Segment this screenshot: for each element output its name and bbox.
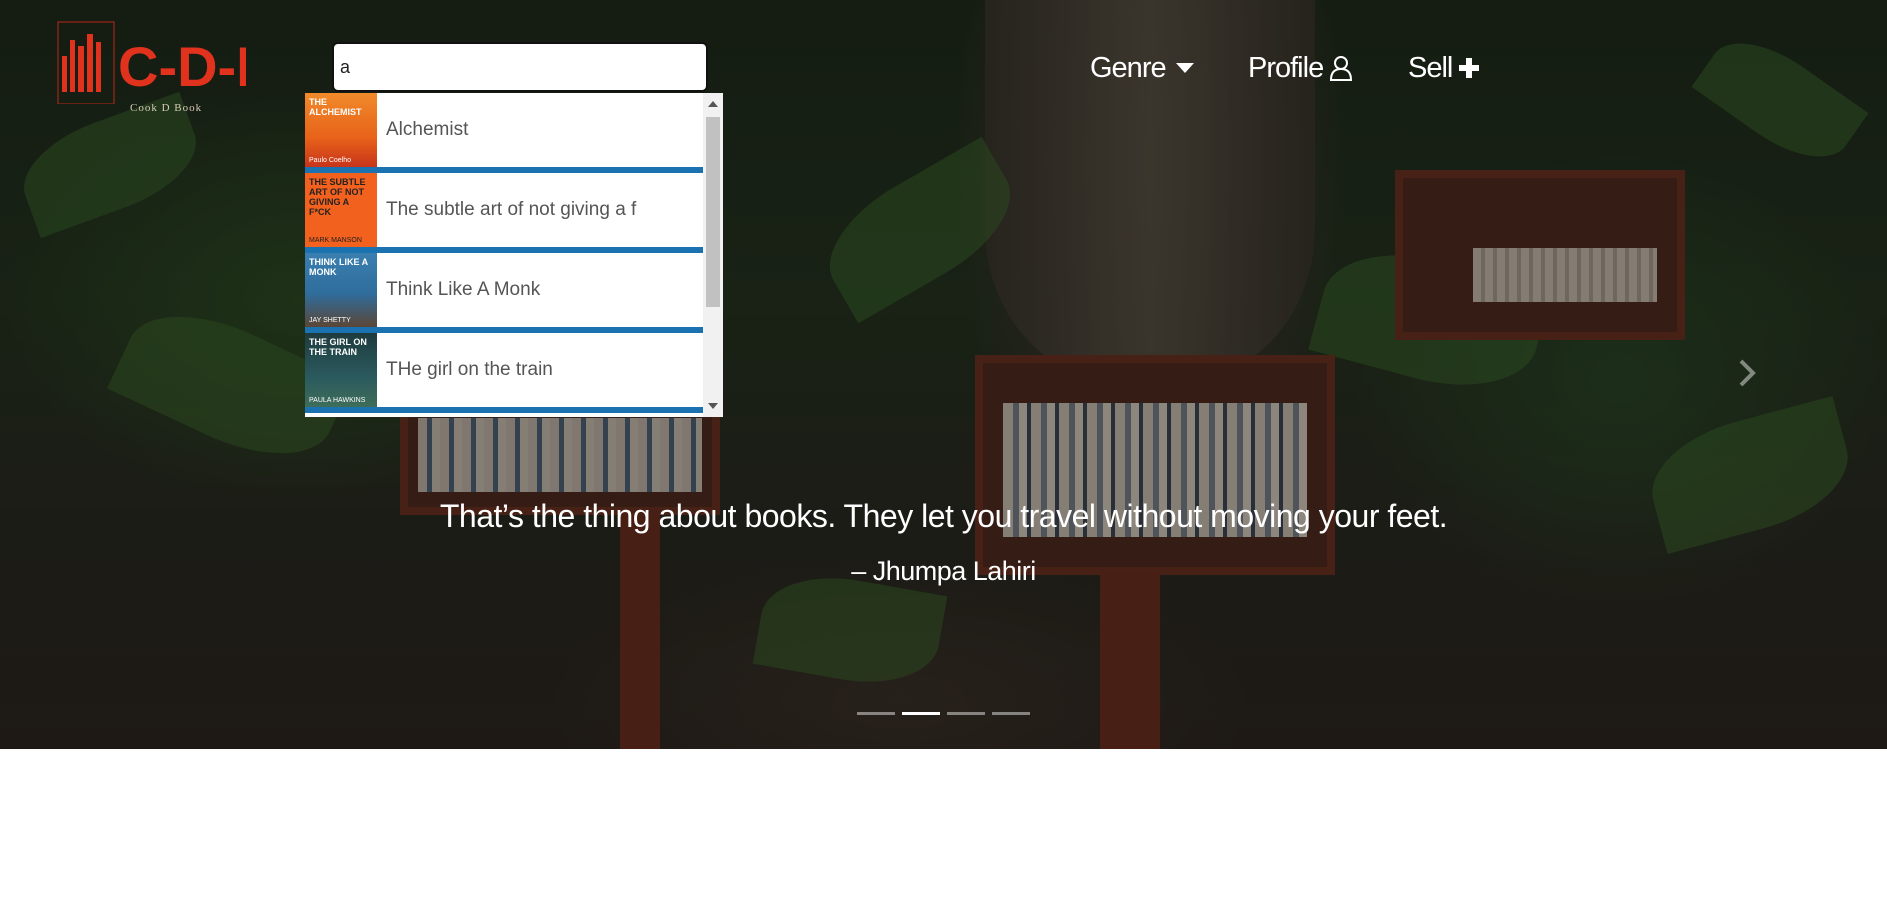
hero-carousel: C-D-B Cook D Book Genre Profile Sell Tha… — [0, 0, 1887, 749]
nav-genre-dropdown[interactable]: Genre — [1090, 48, 1194, 88]
search-input[interactable] — [332, 42, 708, 92]
carousel-indicator-3[interactable] — [947, 712, 985, 715]
dropdown-scrollbar[interactable] — [703, 93, 723, 417]
carousel-indicator-4[interactable] — [992, 712, 1030, 715]
suggestion-title: The subtle art of not giving a f — [386, 199, 637, 220]
user-icon — [1330, 56, 1353, 81]
cover-title: THINK LIKE A MONK — [309, 257, 368, 277]
nav-sell-label: Sell — [1408, 51, 1453, 84]
suggestion-list: THE ALCHEMIST Paulo Coelho Alchemist THE… — [305, 93, 703, 413]
logo-mark-icon: C-D-B — [57, 21, 246, 104]
logo-tagline: Cook D Book — [130, 102, 203, 114]
book-cover-image: THE ALCHEMIST Paulo Coelho — [305, 93, 377, 167]
suggestion-title: Think Like A Monk — [386, 279, 541, 300]
cover-author: Paulo Coelho — [309, 157, 352, 164]
carousel-indicators — [857, 712, 1030, 715]
nav-sell-link[interactable]: Sell — [1408, 48, 1480, 88]
carousel-indicator-1[interactable] — [857, 712, 895, 715]
caret-down-icon — [1175, 63, 1194, 73]
carousel-quote: That’s the thing about books. They let y… — [439, 498, 1448, 534]
cover-author: JAY SHETTY — [309, 317, 351, 324]
hero-overlay — [0, 0, 1887, 749]
book-cover-image: THE GIRL ON THE TRAIN PAULA HAWKINS — [305, 333, 377, 407]
suggestion-title: Alchemist — [386, 119, 469, 140]
suggestion-title: THe girl on the train — [386, 359, 553, 380]
logo-text: C-D-B — [118, 35, 246, 98]
nav-profile-label: Profile — [1248, 51, 1324, 84]
suggestion-item[interactable]: THE ALCHEMIST Paulo Coelho Alchemist — [305, 93, 703, 173]
cover-title: THE SUBTLE ART OF NOT GIVING A F*CK — [309, 177, 366, 217]
carousel-indicator-2[interactable] — [902, 712, 940, 715]
scroll-down-arrow-icon[interactable] — [708, 403, 718, 409]
suggestion-item[interactable]: THE SUBTLE ART OF NOT GIVING A F*CK MARK… — [305, 173, 703, 253]
carousel-author: – Jhumpa Lahiri — [851, 556, 1036, 586]
brand-logo[interactable]: C-D-B Cook D Book — [56, 20, 246, 118]
cover-title: THE GIRL ON THE TRAIN — [309, 337, 367, 357]
cover-title: THE ALCHEMIST — [309, 97, 362, 117]
suggestion-item[interactable]: THE GIRL ON THE TRAIN PAULA HAWKINS THe … — [305, 333, 703, 413]
book-cover-image: THINK LIKE A MONK JAY SHETTY — [305, 253, 377, 327]
cover-author: PAULA HAWKINS — [309, 397, 366, 404]
nav-genre-label: Genre — [1090, 51, 1167, 84]
search-suggestions-dropdown: THE ALCHEMIST Paulo Coelho Alchemist THE… — [305, 93, 723, 417]
carousel-next-icon[interactable] — [1738, 358, 1756, 388]
book-cover-image: THE SUBTLE ART OF NOT GIVING A F*CK MARK… — [305, 173, 377, 247]
scrollbar-thumb[interactable] — [706, 117, 720, 307]
scroll-up-arrow-icon[interactable] — [708, 101, 718, 107]
plus-icon — [1459, 58, 1480, 78]
suggestion-item[interactable]: THINK LIKE A MONK JAY SHETTY Think Like … — [305, 253, 703, 333]
cover-author: MARK MANSON — [309, 237, 362, 244]
nav-profile-link[interactable]: Profile — [1248, 48, 1353, 88]
